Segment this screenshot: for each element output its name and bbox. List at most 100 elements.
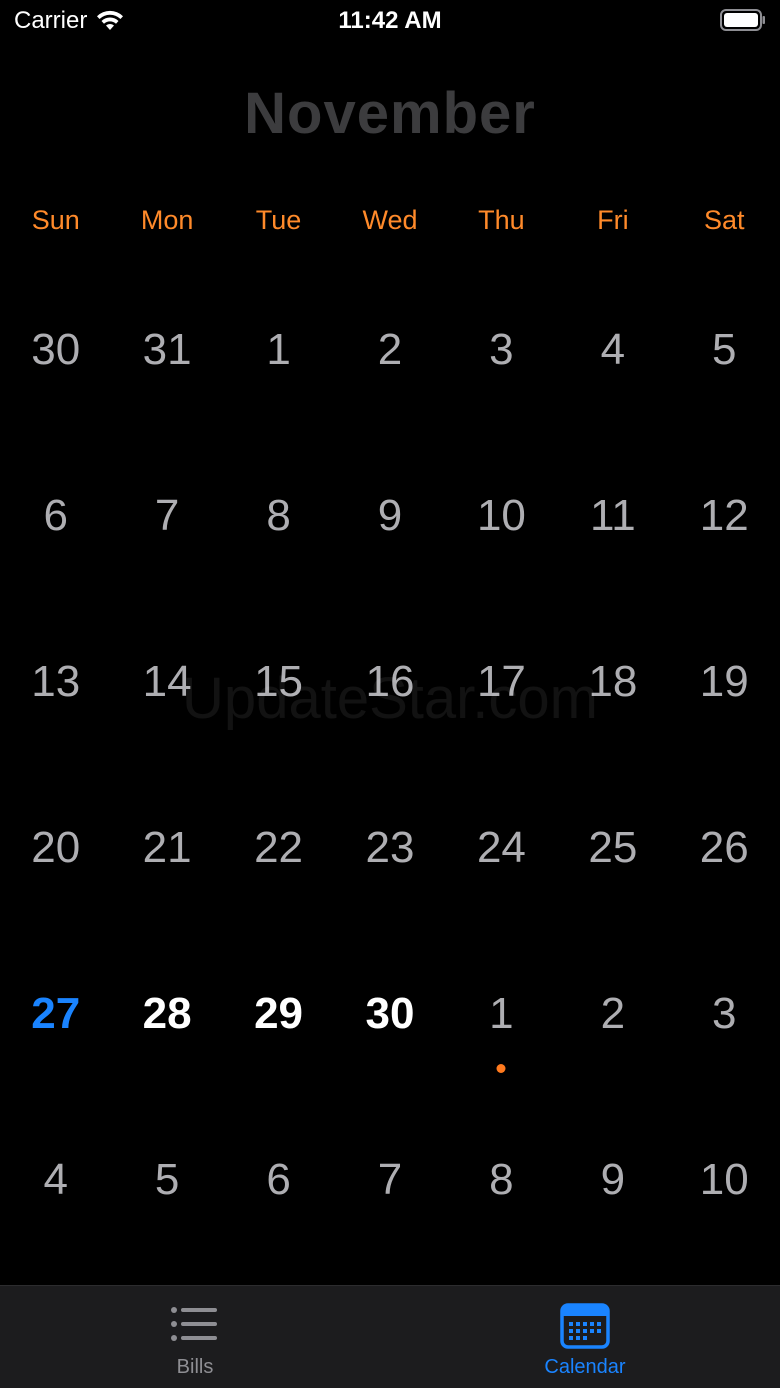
tab-bills[interactable]: Bills — [0, 1286, 390, 1388]
day-number: 5 — [712, 325, 737, 374]
day-number: 31 — [142, 325, 192, 374]
status-time: 11:42 AM — [338, 7, 442, 34]
calendar-day[interactable]: 24 — [446, 765, 557, 931]
calendar-day[interactable]: 15 — [223, 599, 334, 765]
day-number: 1 — [266, 325, 291, 374]
calendar-day[interactable]: 7 — [334, 1097, 445, 1263]
battery-icon — [720, 9, 765, 31]
day-number: 28 — [142, 989, 192, 1038]
calendar-day[interactable]: 8 — [446, 1097, 557, 1263]
tab-bills-label: Bills — [176, 1356, 214, 1378]
day-number: 8 — [266, 491, 291, 540]
day-number: 18 — [588, 657, 638, 706]
calendar-day[interactable]: 30 — [0, 267, 111, 433]
day-number: 6 — [266, 1155, 291, 1204]
calendar-day[interactable]: 2 — [557, 931, 668, 1097]
calendar-day[interactable]: 6 — [0, 433, 111, 599]
day-number: 24 — [476, 823, 526, 872]
day-number: 9 — [600, 1155, 626, 1204]
tab-calendar[interactable]: Calendar — [390, 1286, 780, 1388]
day-number: 4 — [600, 325, 626, 374]
calendar-day[interactable]: 10 — [446, 433, 557, 599]
day-number: 21 — [142, 823, 192, 872]
day-number: 9 — [377, 491, 403, 540]
calendar-day[interactable]: 12 — [669, 433, 780, 599]
calendar-day[interactable]: 26 — [669, 765, 780, 931]
calendar-day[interactable]: 18 — [557, 599, 668, 765]
weekday-label: Fri — [597, 205, 629, 235]
day-number: 25 — [588, 823, 638, 872]
calendar-day[interactable]: 30 — [334, 931, 445, 1097]
day-number: 13 — [31, 657, 81, 706]
calendar-day[interactable]: 8 — [223, 433, 334, 599]
day-number: 3 — [489, 325, 514, 374]
calendar-day[interactable]: 22 — [223, 765, 334, 931]
day-number: 10 — [476, 491, 526, 540]
day-number: 14 — [142, 657, 192, 706]
weekday-label: Mon — [140, 205, 194, 235]
tab-bar: Bills Calendar — [0, 1285, 780, 1388]
calendar-day[interactable]: 11 — [557, 433, 668, 599]
day-number: 2 — [377, 325, 403, 374]
calendar-day[interactable]: 9 — [334, 433, 445, 599]
weekday-label: Wed — [362, 205, 418, 235]
status-bar: Carrier 11:42 AM — [0, 0, 780, 44]
calendar-day[interactable]: 20 — [0, 765, 111, 931]
weekday-label: Tue — [255, 205, 302, 235]
calendar-day[interactable]: 17 — [446, 599, 557, 765]
calendar-day[interactable]: 2 — [334, 267, 445, 433]
calendar-icon — [560, 1303, 610, 1349]
event-dot — [496, 1064, 506, 1073]
calendar-day[interactable]: 7 — [111, 433, 222, 599]
day-number: 29 — [254, 989, 304, 1038]
day-number: 4 — [43, 1155, 68, 1204]
day-number: 20 — [31, 823, 81, 872]
day-number: 7 — [377, 1155, 403, 1204]
calendar-day[interactable]: 16 — [334, 599, 445, 765]
day-number: 16 — [365, 657, 415, 706]
day-number: 3 — [712, 989, 737, 1038]
day-number: 7 — [154, 491, 180, 540]
calendar-day[interactable]: 19 — [669, 599, 780, 765]
calendar-day[interactable]: 1 — [223, 267, 334, 433]
calendar-day[interactable]: 9 — [557, 1097, 668, 1263]
list-icon — [171, 1307, 217, 1341]
calendar-day[interactable]: 1 — [446, 931, 557, 1097]
day-number: 5 — [154, 1155, 180, 1204]
weekday-label: Sat — [704, 205, 745, 235]
calendar-day[interactable]: 31 — [111, 267, 222, 433]
calendar-day[interactable]: 6 — [223, 1097, 334, 1263]
day-number: 6 — [43, 491, 68, 540]
calendar-day[interactable]: 23 — [334, 765, 445, 931]
day-number: 17 — [476, 657, 526, 706]
day-number: 30 — [365, 989, 415, 1038]
weekday-label: Sun — [31, 205, 80, 235]
day-number: 22 — [254, 823, 304, 872]
calendar-day[interactable]: 5 — [669, 267, 780, 433]
day-number: 26 — [699, 823, 749, 872]
calendar-day[interactable]: 29 — [223, 931, 334, 1097]
calendar-day[interactable]: 13 — [0, 599, 111, 765]
calendar-day[interactable]: 3 — [446, 267, 557, 433]
weekday-header: Sun Mon Tue Wed Thu Fri Sat — [0, 200, 780, 240]
calendar-day[interactable]: 21 — [111, 765, 222, 931]
day-number: 11 — [590, 491, 636, 540]
day-number: 27 — [31, 989, 81, 1038]
day-number: 1 — [489, 989, 514, 1038]
day-number: 12 — [699, 491, 749, 540]
weekday-label: Thu — [478, 205, 525, 235]
calendar-day[interactable]: 4 — [0, 1097, 111, 1263]
calendar-day[interactable]: 4 — [557, 267, 668, 433]
calendar-day[interactable]: 3 — [669, 931, 780, 1097]
calendar-grid: 30 31 1 2 3 4 5 6 7 8 9 10 11 12 13 14 15 16 17 18 19 20 21 22 2… — [0, 267, 780, 1263]
calendar-day[interactable]: 28 — [111, 931, 222, 1097]
calendar-day[interactable]: 5 — [111, 1097, 222, 1263]
calendar-day[interactable]: 10 — [669, 1097, 780, 1263]
day-number: 19 — [699, 657, 749, 706]
calendar-day[interactable]: 14 — [111, 599, 222, 765]
tab-calendar-label: Calendar — [544, 1356, 626, 1378]
day-number: 15 — [254, 657, 304, 706]
calendar-day[interactable]: 25 — [557, 765, 668, 931]
day-number: 2 — [600, 989, 626, 1038]
calendar-day-today[interactable]: 27 — [0, 931, 111, 1097]
